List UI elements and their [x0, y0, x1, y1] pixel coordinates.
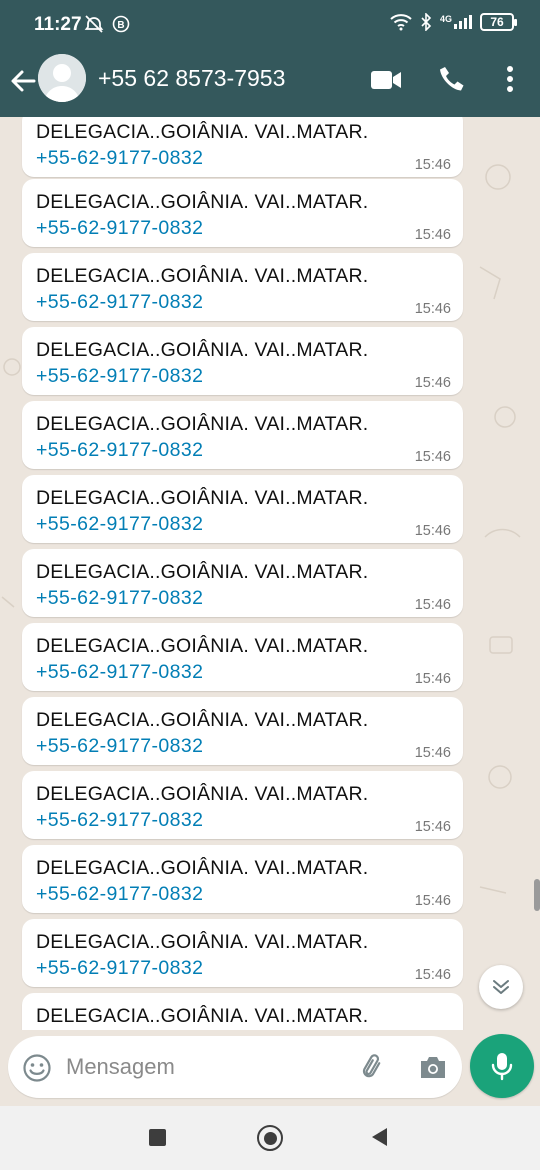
home-button[interactable]	[257, 1125, 283, 1151]
composer-field	[8, 1036, 462, 1098]
scroll-to-bottom-button[interactable]	[479, 965, 523, 1009]
message-bubble[interactable]: DELEGACIA..GOIÂNIA. VAI..MATAR. +55-62-9…	[22, 919, 463, 987]
message-text: DELEGACIA..GOIÂNIA. VAI..MATAR.	[36, 561, 369, 583]
phone-link[interactable]: +55-62-9177-0832	[36, 735, 203, 758]
message-time: 15:46	[414, 227, 451, 243]
phone-link[interactable]: +55-62-9177-0832	[36, 217, 203, 240]
bluetooth-icon	[421, 13, 432, 31]
message-time: 15:46	[414, 819, 451, 835]
message-bubble[interactable]: DELEGACIA..GOIÂNIA. VAI..MATAR. +55-62-9…	[22, 475, 463, 543]
message-text: DELEGACIA..GOIÂNIA. VAI..MATAR.	[36, 1005, 369, 1027]
message-time: 15:46	[414, 745, 451, 761]
system-navigation-bar	[0, 1106, 540, 1170]
phone-icon[interactable]	[438, 65, 466, 93]
network-type: 4G	[439, 14, 452, 24]
contact-name[interactable]: +55 62 8573-7953	[98, 65, 285, 92]
message-bubble[interactable]: DELEGACIA..GOIÂNIA. VAI..MATAR. +55-62-9…	[22, 845, 463, 913]
message-bubble[interactable]: DELEGACIA..GOIÂNIA. VAI..MATAR. +55-62-9…	[22, 253, 463, 321]
message-input[interactable]	[66, 1049, 336, 1085]
arrow-left-icon[interactable]	[8, 66, 38, 96]
message-bubble[interactable]: DELEGACIA..GOIÂNIA. VAI..MATAR. +55-62-9…	[22, 401, 463, 469]
b-circle-icon: B	[112, 15, 130, 33]
message-bubble[interactable]: DELEGACIA..GOIÂNIA. VAI..MATAR. +55-62-9…	[22, 327, 463, 395]
chat-header: 11:27 B 4G 76 +55 62 8573-7953	[0, 0, 540, 117]
phone-link[interactable]: +55-62-9177-0832	[36, 661, 203, 684]
message-bubble[interactable]: DELEGACIA..GOIÂNIA. VAI..MATAR. +55-62-9…	[22, 179, 463, 247]
scrollbar-thumb[interactable]	[534, 879, 540, 911]
alarm-off-icon	[84, 15, 104, 33]
video-camera-icon[interactable]	[370, 68, 402, 92]
status-notification-icons: B	[84, 14, 130, 34]
battery-level: 76	[490, 15, 504, 29]
message-list[interactable]: DELEGACIA..GOIÂNIA. VAI..MATAR. +55-62-9…	[0, 117, 540, 1030]
message-time: 15:46	[414, 967, 451, 983]
cellular-signal: 4G	[440, 15, 472, 29]
emoji-icon[interactable]	[22, 1053, 52, 1083]
message-text: DELEGACIA..GOIÂNIA. VAI..MATAR.	[36, 413, 369, 435]
message-text: DELEGACIA..GOIÂNIA. VAI..MATAR.	[36, 857, 369, 879]
composer-bar	[0, 1030, 540, 1106]
message-text: DELEGACIA..GOIÂNIA. VAI..MATAR.	[36, 191, 369, 213]
message-bubble[interactable]: DELEGACIA..GOIÂNIA. VAI..MATAR. +55-62-9…	[22, 117, 463, 177]
message-text: DELEGACIA..GOIÂNIA. VAI..MATAR.	[36, 783, 369, 805]
message-time: 15:46	[414, 597, 451, 613]
message-time: 15:46	[414, 893, 451, 909]
more-vertical-icon[interactable]	[500, 65, 520, 93]
message-bubble[interactable]: DELEGACIA..GOIÂNIA. VAI..MATAR. +55-62-9…	[22, 549, 463, 617]
phone-link[interactable]: +55-62-9177-0832	[36, 957, 203, 980]
paperclip-icon[interactable]	[358, 1052, 388, 1082]
battery-indicator: 76	[480, 13, 517, 31]
message-time: 15:46	[414, 301, 451, 317]
message-bubble[interactable]: DELEGACIA..GOIÂNIA. VAI..MATAR. +55-62-9…	[22, 771, 463, 839]
message-text: DELEGACIA..GOIÂNIA. VAI..MATAR.	[36, 709, 369, 731]
camera-icon[interactable]	[418, 1053, 448, 1081]
message-text: DELEGACIA..GOIÂNIA. VAI..MATAR.	[36, 339, 369, 361]
phone-link[interactable]: +55-62-9177-0832	[36, 147, 203, 170]
phone-link[interactable]: +55-62-9177-0832	[36, 587, 203, 610]
home-icon	[263, 1131, 277, 1145]
message-time: 15:46	[414, 375, 451, 391]
avatar[interactable]	[38, 54, 86, 102]
phone-link[interactable]: +55-62-9177-0832	[36, 291, 203, 314]
recents-button[interactable]	[149, 1129, 166, 1146]
message-text: DELEGACIA..GOIÂNIA. VAI..MATAR.	[36, 635, 369, 657]
microphone-icon	[491, 1053, 513, 1081]
message-text: DELEGACIA..GOIÂNIA. VAI..MATAR.	[36, 265, 369, 287]
status-system-icons: 4G 76	[390, 13, 517, 31]
phone-link[interactable]: +55-62-9177-0832	[36, 883, 203, 906]
microphone-button[interactable]	[470, 1034, 534, 1098]
double-chevron-down-icon	[493, 980, 509, 994]
status-time: 11:27	[34, 14, 82, 35]
message-time: 15:46	[414, 157, 451, 173]
wifi-icon	[390, 14, 412, 31]
app-bar: +55 62 8573-7953	[0, 50, 540, 117]
phone-link[interactable]: +55-62-9177-0832	[36, 809, 203, 832]
message-text: DELEGACIA..GOIÂNIA. VAI..MATAR.	[36, 931, 369, 953]
phone-link[interactable]: +55-62-9177-0832	[36, 365, 203, 388]
message-text: DELEGACIA..GOIÂNIA. VAI..MATAR.	[36, 487, 369, 509]
svg-text:B: B	[117, 20, 124, 31]
message-text: DELEGACIA..GOIÂNIA. VAI..MATAR.	[36, 121, 369, 143]
message-bubble[interactable]: DELEGACIA..GOIÂNIA. VAI..MATAR.	[22, 993, 463, 1030]
message-bubble[interactable]: DELEGACIA..GOIÂNIA. VAI..MATAR. +55-62-9…	[22, 623, 463, 691]
message-bubble[interactable]: DELEGACIA..GOIÂNIA. VAI..MATAR. +55-62-9…	[22, 697, 463, 765]
phone-link[interactable]: +55-62-9177-0832	[36, 513, 203, 536]
status-bar: 11:27 B 4G 76	[0, 0, 540, 50]
message-time: 15:46	[414, 671, 451, 687]
system-back-button[interactable]	[372, 1128, 387, 1146]
message-time: 15:46	[414, 449, 451, 465]
phone-link[interactable]: +55-62-9177-0832	[36, 439, 203, 462]
default-avatar-icon	[38, 54, 86, 102]
message-time: 15:46	[414, 523, 451, 539]
